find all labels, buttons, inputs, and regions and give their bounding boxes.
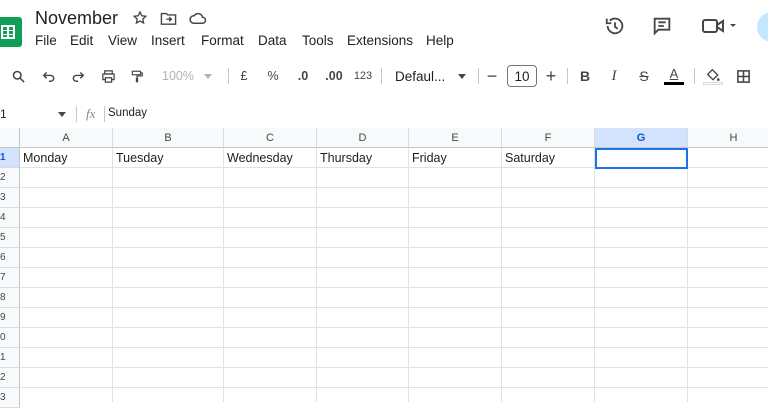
name-box[interactable]: 1 xyxy=(0,101,72,127)
toolbar-divider xyxy=(478,68,479,84)
cell-c1[interactable]: Wednesday xyxy=(224,148,317,168)
column-header-f[interactable]: F xyxy=(502,128,595,148)
menu-edit[interactable]: Edit xyxy=(70,33,93,48)
text-color-swatch xyxy=(664,82,684,85)
fill-color-button[interactable] xyxy=(702,62,724,90)
font-family-value: Defaul... xyxy=(395,68,446,84)
text-color-label: A xyxy=(669,66,679,81)
chevron-down-icon xyxy=(458,73,466,79)
formula-bar: 1 fx Sunday xyxy=(0,101,768,127)
zoom-select[interactable]: 100% xyxy=(155,62,219,90)
increase-font-size-button[interactable]: + xyxy=(543,62,559,90)
toolbar-divider xyxy=(228,68,229,84)
function-fx-icon: fx xyxy=(86,106,96,121)
row-header[interactable]: 1 xyxy=(0,348,20,368)
menu-format[interactable]: Format xyxy=(201,33,244,48)
paint-bucket-icon xyxy=(706,68,720,81)
menu-view[interactable]: View xyxy=(108,33,137,48)
move-folder-icon[interactable] xyxy=(159,9,177,27)
document-title[interactable]: November xyxy=(35,8,118,29)
decrease-font-size-button[interactable]: − xyxy=(484,62,500,90)
active-cell-selection[interactable] xyxy=(595,148,688,169)
paint-format-icon[interactable] xyxy=(127,62,147,90)
toolbar-divider xyxy=(694,68,695,84)
grid-glyph-icon xyxy=(1,25,15,39)
cell-b1[interactable]: Tuesday xyxy=(113,148,224,168)
toolbar-divider xyxy=(381,68,382,84)
column-header-d[interactable]: D xyxy=(317,128,409,148)
cloud-status-icon[interactable] xyxy=(189,9,207,27)
row-header[interactable]: 1 xyxy=(0,148,20,168)
increase-decimal-button[interactable]: .00 xyxy=(322,62,346,90)
menu-data[interactable]: Data xyxy=(258,33,287,48)
star-icon[interactable] xyxy=(131,9,149,27)
formula-divider xyxy=(104,106,105,122)
row-header[interactable]: 3 xyxy=(0,388,20,408)
borders-icon[interactable] xyxy=(733,62,753,90)
spreadsheet-grid: A B C D E F G H 1 2 3 4 5 6 7 8 9 0 1 2 … xyxy=(0,128,768,408)
sheets-logo-icon[interactable] xyxy=(0,17,22,47)
column-header-c[interactable]: C xyxy=(224,128,317,148)
toolbar: 100% £ % .0 .00 123 Defaul... − 10 + B I… xyxy=(0,62,768,90)
number-format-button[interactable]: 123 xyxy=(352,62,374,90)
menu-tools[interactable]: Tools xyxy=(302,33,334,48)
chevron-down-icon xyxy=(203,73,212,79)
toolbar-divider xyxy=(567,68,568,84)
search-menus-icon[interactable] xyxy=(8,62,28,90)
row-header[interactable]: 9 xyxy=(0,308,20,328)
zoom-value: 100% xyxy=(162,69,194,83)
currency-format-button[interactable]: £ xyxy=(236,62,252,90)
cell-d1[interactable]: Thursday xyxy=(317,148,409,168)
row-header[interactable]: 0 xyxy=(0,328,20,348)
account-avatar[interactable] xyxy=(757,12,768,42)
column-header-e[interactable]: E xyxy=(409,128,502,148)
cell-h1[interactable] xyxy=(688,148,768,168)
row-header[interactable]: 7 xyxy=(0,268,20,288)
chevron-down-icon xyxy=(58,111,66,117)
formula-input[interactable]: Sunday xyxy=(108,107,147,119)
decrease-decimal-button[interactable]: .0 xyxy=(292,62,314,90)
formula-divider xyxy=(76,106,77,122)
row-header[interactable]: 2 xyxy=(0,368,20,388)
font-size-input[interactable]: 10 xyxy=(507,65,537,87)
fill-color-swatch xyxy=(703,81,723,85)
menu-insert[interactable]: Insert xyxy=(151,33,185,48)
increase-decimal-label: .00 xyxy=(325,69,343,83)
row-header[interactable]: 2 xyxy=(0,168,20,188)
column-header-g[interactable]: G xyxy=(595,128,688,148)
comments-icon[interactable] xyxy=(650,14,674,38)
meet-video-icon[interactable] xyxy=(700,14,740,38)
cell-a1[interactable]: Monday xyxy=(20,148,113,168)
decrease-decimal-label: .0 xyxy=(297,69,309,83)
row-header[interactable]: 6 xyxy=(0,248,20,268)
cell-e1[interactable]: Friday xyxy=(409,148,502,168)
cell-f1[interactable]: Saturday xyxy=(502,148,595,168)
name-box-value: 1 xyxy=(0,107,7,121)
row-header[interactable]: 4 xyxy=(0,208,20,228)
print-icon[interactable] xyxy=(98,62,118,90)
percent-format-button[interactable]: % xyxy=(264,62,282,90)
row-header[interactable]: 8 xyxy=(0,288,20,308)
column-header-h[interactable]: H xyxy=(688,128,768,148)
italic-button[interactable]: I xyxy=(605,62,623,90)
undo-icon[interactable] xyxy=(39,62,59,90)
column-header-a[interactable]: A xyxy=(20,128,113,148)
menu-help[interactable]: Help xyxy=(426,33,454,48)
version-history-icon[interactable] xyxy=(603,14,627,38)
font-family-select[interactable]: Defaul... xyxy=(389,62,471,90)
row-header[interactable]: 5 xyxy=(0,228,20,248)
empty-cells-grid[interactable] xyxy=(20,168,768,402)
menu-extensions[interactable]: Extensions xyxy=(347,33,413,48)
column-header-b[interactable]: B xyxy=(113,128,224,148)
select-all-corner[interactable] xyxy=(0,128,20,148)
row-header[interactable]: 3 xyxy=(0,188,20,208)
menu-file[interactable]: File xyxy=(35,33,57,48)
strikethrough-button[interactable]: S xyxy=(634,62,654,90)
redo-icon[interactable] xyxy=(68,62,88,90)
text-color-button[interactable]: A xyxy=(662,62,686,90)
bold-button[interactable]: B xyxy=(576,62,594,90)
